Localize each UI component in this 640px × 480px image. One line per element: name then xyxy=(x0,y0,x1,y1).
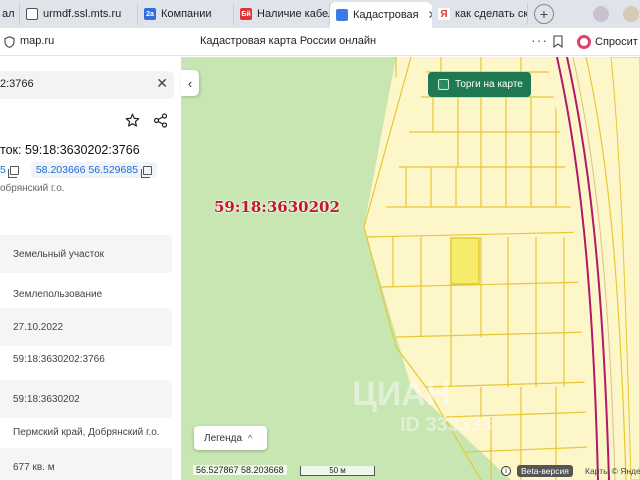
address-bar: map.ru Кадастровая карта России онлайн ·… xyxy=(0,28,640,56)
parcel-sidebar: 2:3766 ✕ ток: 59:18:3630202:3766 5 58.20… xyxy=(0,57,181,480)
search-value: 2:3766 xyxy=(0,78,34,90)
2a-icon: 2a xyxy=(144,8,156,20)
yandex-icon: Я xyxy=(438,8,450,20)
map-coordinates: 56.527867 58.203668 xyxy=(193,465,287,475)
property-value: Земельный участок xyxy=(13,248,105,260)
property-cadastral-number: 59:18:3630202:3766 xyxy=(0,340,172,378)
copy-icon[interactable] xyxy=(141,165,153,178)
watermark: ЦИАН xyxy=(352,375,451,413)
checkbox-icon xyxy=(438,79,449,90)
alice-icon xyxy=(577,35,591,49)
clear-icon[interactable]: ✕ xyxy=(156,75,168,92)
coords-chip[interactable]: 58.203666 56.529685 xyxy=(30,162,158,178)
search-input[interactable]: 2:3766 ✕ xyxy=(0,71,174,99)
tab-3[interactable]: 2a Компании xyxy=(138,3,234,25)
property-value: Пермский край, Добрянский г.о. xyxy=(13,426,160,438)
scale-bar: 50 м xyxy=(300,466,375,476)
extension-icon[interactable] xyxy=(623,6,639,22)
map-attribution[interactable]: Карты © Яндекс xyxy=(585,466,640,476)
legend-label: Легенда xyxy=(204,432,243,444)
tab-label: как сделать скр xyxy=(455,8,528,20)
property-value: Землепользование xyxy=(13,288,103,300)
star-icon[interactable] xyxy=(120,108,144,132)
tab-label: ал xyxy=(2,8,15,20)
tab-label: Компании xyxy=(161,8,212,20)
ask-button[interactable]: Спросит xyxy=(577,32,638,52)
page-title: Кадастровая карта России онлайн xyxy=(200,35,377,47)
tab-2[interactable]: urmdf.ssl.mts.ru xyxy=(20,3,138,25)
browser-tab-bar: ал urmdf.ssl.mts.ru 2a Компании Бй Налич… xyxy=(0,0,640,28)
cadastral-quarter-label: 59:18:3630202 xyxy=(214,198,340,216)
torgi-label: Торги на карте xyxy=(455,79,523,90)
tab-5-active[interactable]: Кадастровая ✕ xyxy=(330,2,432,28)
property-value: 27.10.2022 xyxy=(13,321,64,333)
tab-label: Кадастровая xyxy=(353,9,419,21)
watermark-id: ID 333333 xyxy=(400,414,493,436)
tab-6[interactable]: Я как сделать скр xyxy=(432,3,528,25)
tab-1[interactable]: ал xyxy=(0,3,20,25)
district-text: обрянский г.о. xyxy=(0,183,65,194)
property-value: 59:18:3630202:3766 xyxy=(13,353,105,365)
coords-value: 58.203666 56.529685 xyxy=(35,164,139,176)
property-type: Земельный участок xyxy=(0,235,172,273)
bookmark-icon[interactable] xyxy=(553,35,563,48)
chevron-up-icon: ^ xyxy=(248,433,253,443)
map-icon xyxy=(336,9,348,21)
coords-prefix: 5 xyxy=(0,164,6,176)
property-value: 59:18:3630202 xyxy=(13,393,80,405)
share-icon[interactable] xyxy=(148,108,172,132)
coords-row: 5 58.203666 56.529685 xyxy=(0,161,158,179)
url-text[interactable]: map.ru xyxy=(20,35,54,47)
info-icon[interactable]: i xyxy=(501,466,511,476)
tab-4[interactable]: Бй Наличие кабеля xyxy=(234,3,330,25)
property-area: 677 кв. м xyxy=(0,448,172,480)
torgi-toggle[interactable]: Торги на карте xyxy=(428,72,531,97)
bi-icon: Бй xyxy=(240,8,252,20)
property-address: Пермский край, Добрянский г.о. xyxy=(0,413,172,451)
collapse-sidebar-button[interactable]: ‹ xyxy=(181,70,199,96)
legend-button[interactable]: Легенда ^ xyxy=(194,426,267,450)
shield-icon[interactable] xyxy=(4,36,15,48)
chevron-left-icon: ‹ xyxy=(187,75,193,91)
parcel-title: ток: 59:18:3630202:3766 xyxy=(0,143,140,157)
selected-parcel[interactable] xyxy=(450,237,480,285)
scale-label: 50 м xyxy=(329,466,346,475)
beta-badge[interactable]: Beta-версия xyxy=(517,465,573,477)
new-tab-button[interactable]: + xyxy=(534,4,554,24)
tab-label: Наличие кабеля xyxy=(257,8,329,20)
ask-label: Спросит xyxy=(595,36,638,48)
copy-icon[interactable] xyxy=(7,165,19,178)
document-icon xyxy=(26,8,38,20)
profile-icon[interactable] xyxy=(593,6,609,22)
tab-label: urmdf.ssl.mts.ru xyxy=(43,8,122,20)
property-value: 677 кв. м xyxy=(13,461,55,473)
more-icon[interactable]: ··· xyxy=(531,32,548,48)
